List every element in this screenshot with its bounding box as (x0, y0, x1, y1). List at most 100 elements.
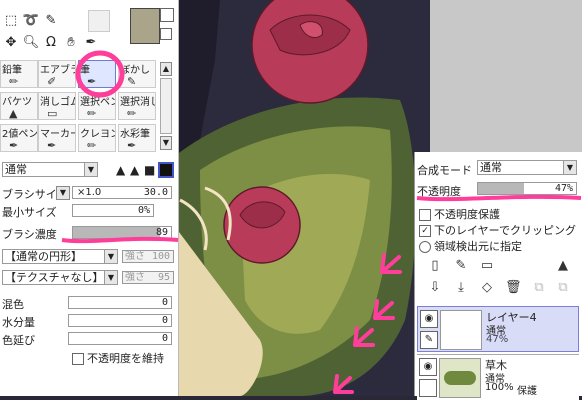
brush-label: クレヨン (80, 129, 116, 140)
protect-opacity-checkbox[interactable]: 不透明度保護 (419, 206, 500, 222)
brush-binary-pen[interactable]: 2値ペン ✒ (0, 124, 38, 152)
rose-middle (223, 186, 301, 264)
swap-colors-icon[interactable] (160, 8, 174, 22)
tip-shape-4[interactable] (158, 162, 174, 178)
zoom-icon[interactable]: 🔍︎ (22, 34, 40, 52)
layer-row-selected[interactable]: ◉ ✎ レイヤー4 通常 47% (417, 306, 579, 352)
layer-scroll-up-icon[interactable]: ▲ (555, 258, 571, 274)
clip-checkbox[interactable]: ✓ 下のレイヤーでクリッピング (419, 222, 576, 238)
transfer-down-icon[interactable]: ⇩ (427, 280, 443, 296)
scroll-down-button[interactable]: ▼ (160, 136, 172, 150)
brush-size-slider[interactable]: ×1.0 30.0 (72, 186, 172, 199)
lock-checkbox[interactable] (419, 379, 437, 397)
shape-strength-value: 100 (151, 251, 170, 262)
layer-thumbnail (440, 310, 482, 350)
new-folder-icon[interactable]: ▭ (479, 258, 495, 274)
protect-opacity-label: 不透明度保護 (434, 208, 500, 221)
brush-list-scrollbar[interactable] (160, 78, 172, 134)
stretch-value: 0 (161, 333, 168, 344)
magic-wand-icon[interactable]: ✎ (42, 12, 60, 30)
eye-icon[interactable]: ◉ (420, 310, 438, 328)
brush-watercolor[interactable]: 水彩筆 ✒ (118, 124, 156, 152)
layer-blend-combo[interactable]: 通常 ▼ (477, 160, 577, 175)
layer-panel: 合成モード 通常 ▼ 不透明度 47% 不透明度保護 ✓ 下のレイヤーでクリッピング… (414, 152, 582, 400)
layer-opacity: 47% (486, 334, 509, 345)
texture-combo-value: 【テクスチャなし】 (5, 271, 104, 284)
brush-size-mult: ×1.0 (77, 187, 102, 198)
binary-pen-icon: ✒ (9, 139, 19, 152)
brush-blend-value: 通常 (5, 163, 27, 176)
brush-crayon[interactable]: クレヨン ✏ (78, 124, 116, 152)
radio-circle (419, 241, 431, 253)
new-layer-icon[interactable]: ▯ (427, 258, 443, 274)
secondary-swatch[interactable] (88, 10, 110, 32)
shape-combo[interactable]: 【通常の円形】 ▼ (2, 249, 118, 264)
scroll-up-button[interactable]: ▲ (160, 62, 172, 76)
airbrush-icon: ✐ (47, 75, 57, 88)
water-slider[interactable]: 0 (68, 314, 172, 327)
brush-marker[interactable]: マーカー ✒ (38, 124, 76, 152)
shape-strength-slider[interactable]: 強さ 100 (122, 250, 174, 263)
move-icon[interactable]: ✥ (2, 34, 20, 52)
clear-layer-icon[interactable]: ◇ (479, 280, 495, 296)
chevron-down-icon: ▼ (84, 163, 97, 176)
density-label: ブラシ濃度 (2, 228, 57, 241)
stretch-label: 色延び (2, 334, 35, 347)
texture-combo[interactable]: 【テクスチャなし】 ▼ (2, 270, 118, 285)
new-linework-icon[interactable]: ✎ (453, 258, 469, 274)
size-mult-dropdown[interactable]: ▼ (56, 186, 70, 200)
merge-down-icon[interactable]: ⤓ (453, 280, 469, 296)
watercolor-icon: ✒ (127, 139, 137, 152)
tip-shape-2[interactable]: ▲ (130, 163, 139, 177)
pencil-icon: ✏ (9, 75, 19, 88)
mix-slider[interactable]: 0 (68, 296, 172, 309)
tip-shape-3[interactable]: ■ (144, 163, 155, 177)
checkbox-box-checked: ✓ (419, 225, 431, 237)
water-label: 水分量 (2, 316, 35, 329)
keep-opacity-label: 不透明度を維持 (87, 352, 164, 365)
brush-bucket[interactable]: バケツ ▲ (0, 92, 38, 120)
texture-strength-slider[interactable]: 強さ 95 (122, 271, 174, 284)
mix-label: 混色 (2, 298, 24, 311)
checkbox-box (419, 209, 431, 221)
primary-color-swatch[interactable] (130, 8, 160, 44)
highlight-underline-density (61, 236, 179, 244)
stretch-slider[interactable]: 0 (68, 332, 172, 345)
texture-strength-label: 強さ (125, 272, 145, 283)
chevron-down-icon: ▼ (104, 271, 117, 284)
lasso-icon[interactable]: ➰ (22, 12, 40, 30)
layer-row[interactable]: ◉ 草木 通常 100% 保護 (417, 354, 579, 400)
layer-thumbnail (439, 358, 481, 398)
shape-combo-value: 【通常の円形】 (5, 250, 82, 263)
brush-airbrush[interactable]: エアブラシ✐ (38, 60, 76, 88)
select-erase-icon: ✏ (127, 107, 137, 120)
rect-select-icon[interactable]: ⬚ (2, 12, 20, 30)
layer-misc-icon-2[interactable]: ⧉ (555, 280, 571, 296)
select-pen-icon: ✏ (87, 107, 97, 120)
eraser-icon: ▭ (47, 107, 58, 120)
reset-colors-icon[interactable] (160, 28, 172, 40)
brush-label: 2値ペン (2, 129, 38, 140)
shape-strength-label: 強さ (125, 251, 145, 262)
layer-blend-value: 通常 (480, 161, 502, 174)
select-source-radio[interactable]: 領域検出元に指定 (419, 238, 522, 254)
rotate-icon[interactable]: Ω (42, 34, 60, 52)
brush-eraser[interactable]: 消しゴム ▭ (38, 92, 76, 120)
blend-mode-label: 合成モード (417, 164, 472, 177)
brush-edit-icon: ✎ (420, 331, 438, 349)
brush-label: 消しゴム (40, 97, 76, 108)
layer-misc-icon-1[interactable]: ⧉ (531, 280, 547, 296)
brush-blend-combo[interactable]: 通常 ▼ (2, 162, 98, 177)
keep-opacity-checkbox[interactable]: 不透明度を維持 (72, 350, 164, 366)
eye-icon[interactable]: ◉ (419, 358, 437, 376)
brush-label: マーカー (40, 129, 76, 140)
tip-shape-1[interactable]: ▲ (116, 163, 125, 177)
layer-opacity: 100% (485, 382, 514, 393)
min-size-slider[interactable]: 0% (72, 204, 154, 217)
layer-protect-badge: 保護 (517, 386, 537, 397)
trash-icon[interactable]: 🗑︎ (505, 280, 522, 296)
chevron-down-icon: ▼ (104, 250, 117, 263)
chevron-down-icon: ▼ (563, 161, 576, 174)
brush-pencil[interactable]: 鉛筆 ✏ (0, 60, 38, 88)
checkbox-box (72, 353, 84, 365)
